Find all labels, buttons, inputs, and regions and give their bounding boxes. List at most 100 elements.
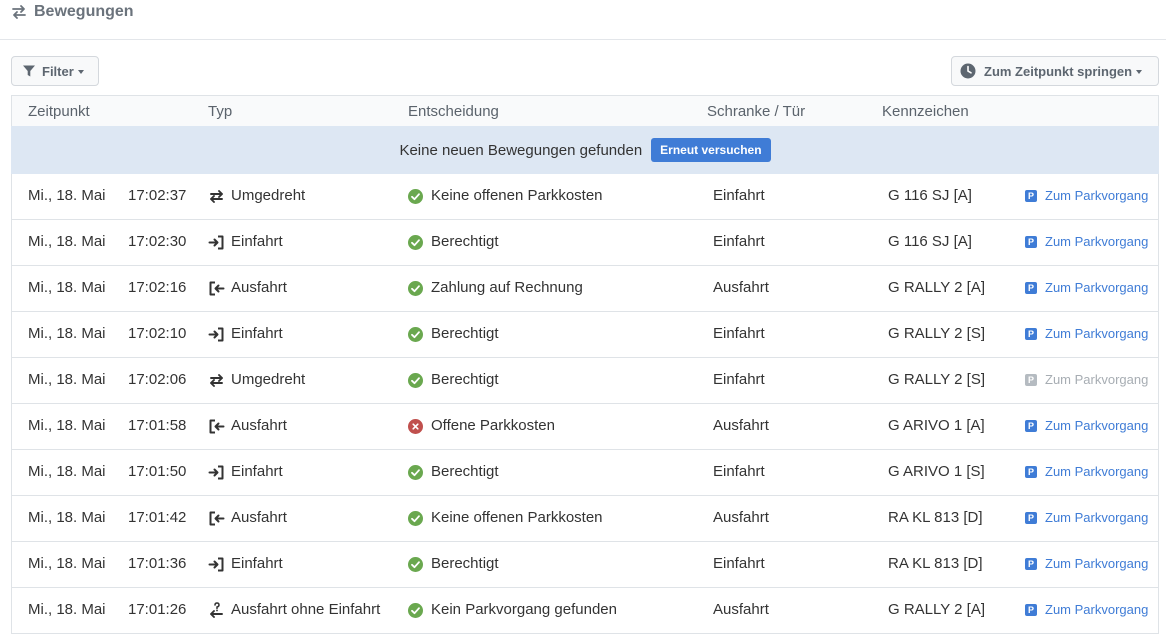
row-gate: Einfahrt (713, 555, 765, 572)
row-time: 17:01:36 (128, 555, 187, 572)
column-header-schranke[interactable]: Schranke / Tür (707, 103, 805, 120)
row-time: 17:02:16 (128, 279, 187, 296)
parking-icon: P (1025, 189, 1037, 202)
table-row: Mi., 18. Mai 17:01:50 Einfahrt Berechtigt Ei… (11, 450, 1159, 496)
row-type: Einfahrt (231, 555, 283, 572)
row-time: 17:02:06 (128, 371, 187, 388)
row-date: Mi., 18. Mai (28, 601, 106, 618)
jump-to-time-button[interactable]: Zum Zeitpunkt springen (951, 56, 1159, 86)
filter-button[interactable]: Filter (11, 56, 99, 86)
parking-session-link-label: Zum Parkvorgang (1045, 326, 1149, 341)
row-date: Mi., 18. Mai (28, 555, 106, 572)
check-circle-icon (408, 189, 423, 204)
filter-button-label: Filter (42, 63, 74, 79)
row-type: Einfahrt (231, 325, 283, 342)
row-time: 17:02:10 (128, 325, 187, 342)
row-gate: Ausfahrt (713, 509, 769, 526)
row-time: 17:01:58 (128, 417, 187, 434)
row-date: Mi., 18. Mai (28, 463, 106, 480)
parking-session-link[interactable]: P Zum Parkvorgang (1025, 326, 1148, 341)
table-row: Mi., 18. Mai 17:02:06 Umgedreht Berechtigt E… (11, 358, 1159, 404)
exit-without-entry-icon (210, 602, 223, 618)
row-plate: RA KL 813 [D] (888, 509, 983, 526)
row-type: Einfahrt (231, 463, 283, 480)
parking-icon: P (1025, 373, 1037, 386)
table-row: Mi., 18. Mai 17:01:36 Einfahrt Berechtigt Ei… (11, 542, 1159, 588)
entry-icon (208, 465, 224, 480)
parking-icon: P (1025, 281, 1037, 294)
check-circle-icon (408, 603, 423, 618)
parking-session-link[interactable]: P Zum Parkvorgang (1025, 464, 1148, 479)
row-time: 17:02:30 (128, 233, 187, 250)
column-header-entscheidung[interactable]: Entscheidung (408, 103, 499, 120)
row-plate: G 116 SJ [A] (888, 233, 972, 250)
filter-icon (23, 65, 35, 77)
row-plate: G ARIVO 1 [S] (888, 463, 985, 480)
row-gate: Ausfahrt (713, 417, 769, 434)
row-decision: Berechtigt (431, 555, 499, 572)
exit-icon (209, 281, 225, 296)
row-date: Mi., 18. Mai (28, 279, 106, 296)
parking-session-link-label: Zum Parkvorgang (1045, 602, 1149, 617)
row-type: Einfahrt (231, 233, 283, 250)
retry-button[interactable]: Erneut versuchen (651, 138, 771, 162)
check-circle-icon (408, 235, 423, 250)
column-header-kennzeichen[interactable]: Kennzeichen (882, 103, 969, 120)
exchange-icon (12, 5, 26, 19)
parking-session-link[interactable]: P Zum Parkvorgang (1025, 418, 1148, 433)
row-plate: G RALLY 2 [A] (888, 601, 985, 618)
turnaround-icon (210, 374, 223, 387)
parking-session-link[interactable]: P Zum Parkvorgang (1025, 280, 1148, 295)
row-decision: Offene Parkkosten (431, 417, 555, 434)
parking-session-link[interactable]: P Zum Parkvorgang (1025, 602, 1148, 617)
row-decision: Keine offenen Parkkosten (431, 187, 603, 204)
table-row: Mi., 18. Mai 17:02:37 Umgedreht Keine offen… (11, 174, 1159, 220)
parking-session-link-label: Zum Parkvorgang (1045, 464, 1149, 479)
parking-icon: P (1025, 327, 1037, 340)
row-type: Umgedreht (231, 187, 306, 204)
turnaround-icon (210, 190, 223, 203)
row-date: Mi., 18. Mai (28, 417, 106, 434)
jump-to-time-label: Zum Zeitpunkt springen (984, 63, 1133, 79)
row-date: Mi., 18. Mai (28, 187, 106, 204)
parking-session-link[interactable]: P Zum Parkvorgang (1025, 234, 1148, 249)
row-decision: Berechtigt (431, 463, 499, 480)
parking-icon: P (1025, 511, 1037, 524)
no-new-movements-notice: Keine neuen Bewegungen gefunden Erneut v… (11, 126, 1159, 174)
row-gate: Einfahrt (713, 187, 765, 204)
row-type: Ausfahrt (231, 417, 287, 434)
check-circle-icon (408, 557, 423, 572)
parking-session-link[interactable]: P Zum Parkvorgang (1025, 188, 1148, 203)
row-gate: Ausfahrt (713, 601, 769, 618)
table-row: Mi., 18. Mai 17:01:58 Ausfahrt Offene Parkk… (11, 404, 1159, 450)
caret-down-icon (77, 70, 84, 74)
column-header-typ[interactable]: Typ (208, 103, 232, 120)
parking-session-link-label: Zum Parkvorgang (1045, 556, 1149, 571)
parking-session-link-label: Zum Parkvorgang (1045, 510, 1149, 525)
table-header: Zeitpunkt Typ Entscheidung Schranke / Tü… (11, 95, 1159, 126)
row-time: 17:01:26 (128, 601, 187, 618)
parking-session-link: P Zum Parkvorgang (1025, 372, 1148, 387)
row-gate: Einfahrt (713, 463, 765, 480)
row-decision: Berechtigt (431, 233, 499, 250)
check-circle-icon (408, 281, 423, 296)
row-type: Umgedreht (231, 371, 306, 388)
row-date: Mi., 18. Mai (28, 371, 106, 388)
row-time: 17:01:50 (128, 463, 187, 480)
page-header: Bewegungen (0, 0, 1166, 40)
row-plate: G ARIVO 1 [A] (888, 417, 985, 434)
entry-icon (208, 327, 224, 342)
row-plate: G RALLY 2 [S] (888, 371, 985, 388)
parking-session-link-label: Zum Parkvorgang (1045, 372, 1149, 387)
row-gate: Einfahrt (713, 325, 765, 342)
row-gate: Ausfahrt (713, 279, 769, 296)
parking-session-link[interactable]: P Zum Parkvorgang (1025, 556, 1148, 571)
check-circle-icon (408, 511, 423, 526)
parking-session-link[interactable]: P Zum Parkvorgang (1025, 510, 1148, 525)
check-circle-icon (408, 327, 423, 342)
parking-icon: P (1025, 419, 1037, 432)
column-header-zeitpunkt[interactable]: Zeitpunkt (28, 103, 90, 120)
row-decision: Zahlung auf Rechnung (431, 279, 583, 296)
parking-icon: P (1025, 465, 1037, 478)
parking-icon: P (1025, 235, 1037, 248)
